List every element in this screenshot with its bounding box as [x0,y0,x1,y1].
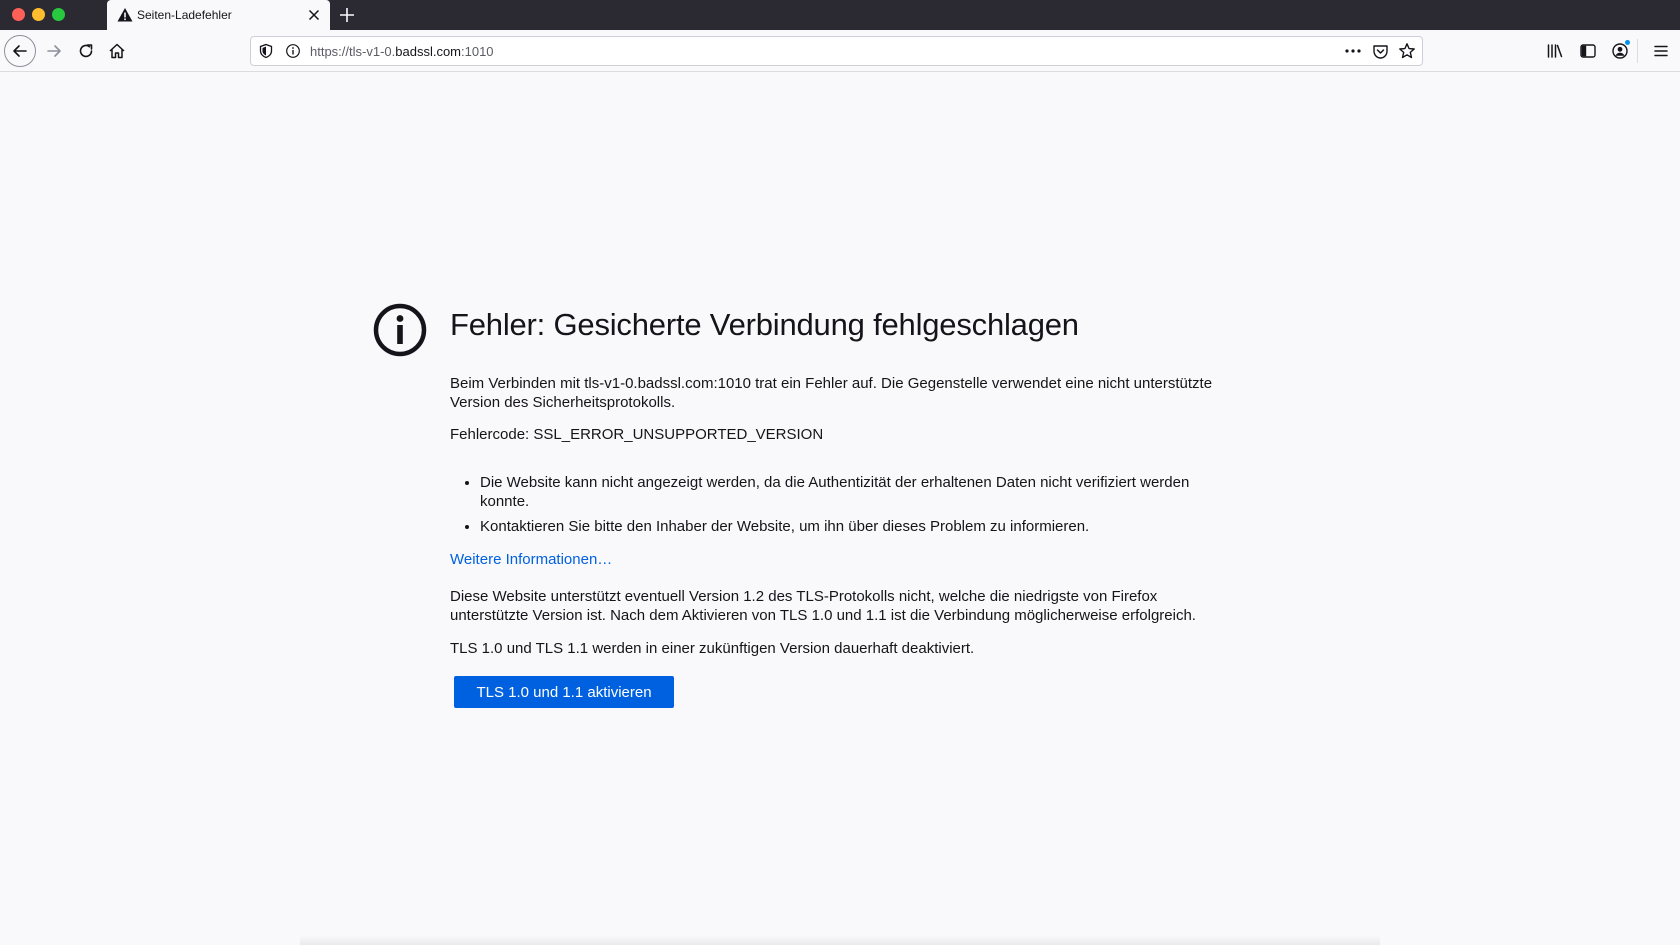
back-button[interactable] [4,35,36,67]
warning-triangle-icon [117,8,133,22]
bottom-shadow [300,935,1380,945]
reload-icon [79,44,93,58]
list-item: Kontaktieren Sie bitte den Inhaber der W… [480,517,1230,536]
url-bar[interactable]: https://tls-v1-0.badssl.com:1010 [250,36,1423,66]
tls-deprecation-note: TLS 1.0 und TLS 1.1 werden in einer zukü… [450,640,975,657]
error-container: Fehler: Gesicherte Verbindung fehlgeschl… [450,305,1230,708]
account-notification-badge [1624,39,1631,46]
forward-arrow-icon [47,45,61,57]
bookmark-star-icon[interactable] [1398,42,1416,60]
list-item: Die Website kann nicht angezeigt werden,… [480,473,1230,511]
enable-tls-button[interactable]: TLS 1.0 und 1.1 aktivieren [454,676,674,708]
toolbar-separator [1637,39,1638,63]
tracking-protection-shield-icon[interactable] [258,43,274,59]
close-tab-icon[interactable] [306,7,322,23]
sidebar-icon[interactable] [1579,42,1597,60]
error-explanation-list: Die Website kann nicht angezeigt werden,… [450,473,1230,536]
reload-button[interactable] [70,35,102,67]
url-text[interactable]: https://tls-v1-0.badssl.com:1010 [310,44,494,59]
page-actions-more-icon[interactable] [1344,43,1362,59]
home-button[interactable] [101,35,133,67]
back-arrow-icon [13,45,27,57]
navigation-toolbar: https://tls-v1-0.badssl.com:1010 [0,30,1680,72]
page-title: Fehler: Gesicherte Verbindung fehlgeschl… [450,307,1079,342]
pocket-icon[interactable] [1372,43,1389,60]
url-host: badssl.com [395,44,461,59]
new-tab-plus-icon[interactable] [337,5,357,25]
window-close-button[interactable] [12,8,25,21]
active-tab[interactable]: Seiten-Ladefehler [107,0,330,30]
window-minimize-button[interactable] [32,8,45,21]
info-circle-icon [373,303,427,357]
home-icon [109,43,125,59]
learn-more-link[interactable]: Weitere Informationen… [450,551,612,568]
hamburger-menu-icon[interactable] [1652,42,1670,60]
window-maximize-button[interactable] [52,8,65,21]
url-port: :1010 [461,44,494,59]
tab-strip: Seiten-Ladefehler [0,0,1680,30]
url-prefix: https://tls-v1-0. [310,44,396,59]
tab-title: Seiten-Ladefehler [137,8,232,22]
tls-explanation: Diese Website unterstützt eventuell Vers… [450,588,1196,624]
error-page: Fehler: Gesicherte Verbindung fehlgeschl… [0,73,1680,945]
error-description: Beim Verbinden mit tls-v1-0.badssl.com:1… [450,375,1213,411]
library-icon[interactable] [1546,42,1564,60]
site-info-icon[interactable] [285,43,301,59]
error-code: Fehlercode: SSL_ERROR_UNSUPPORTED_VERSIO… [450,426,824,443]
forward-button[interactable] [38,35,70,67]
